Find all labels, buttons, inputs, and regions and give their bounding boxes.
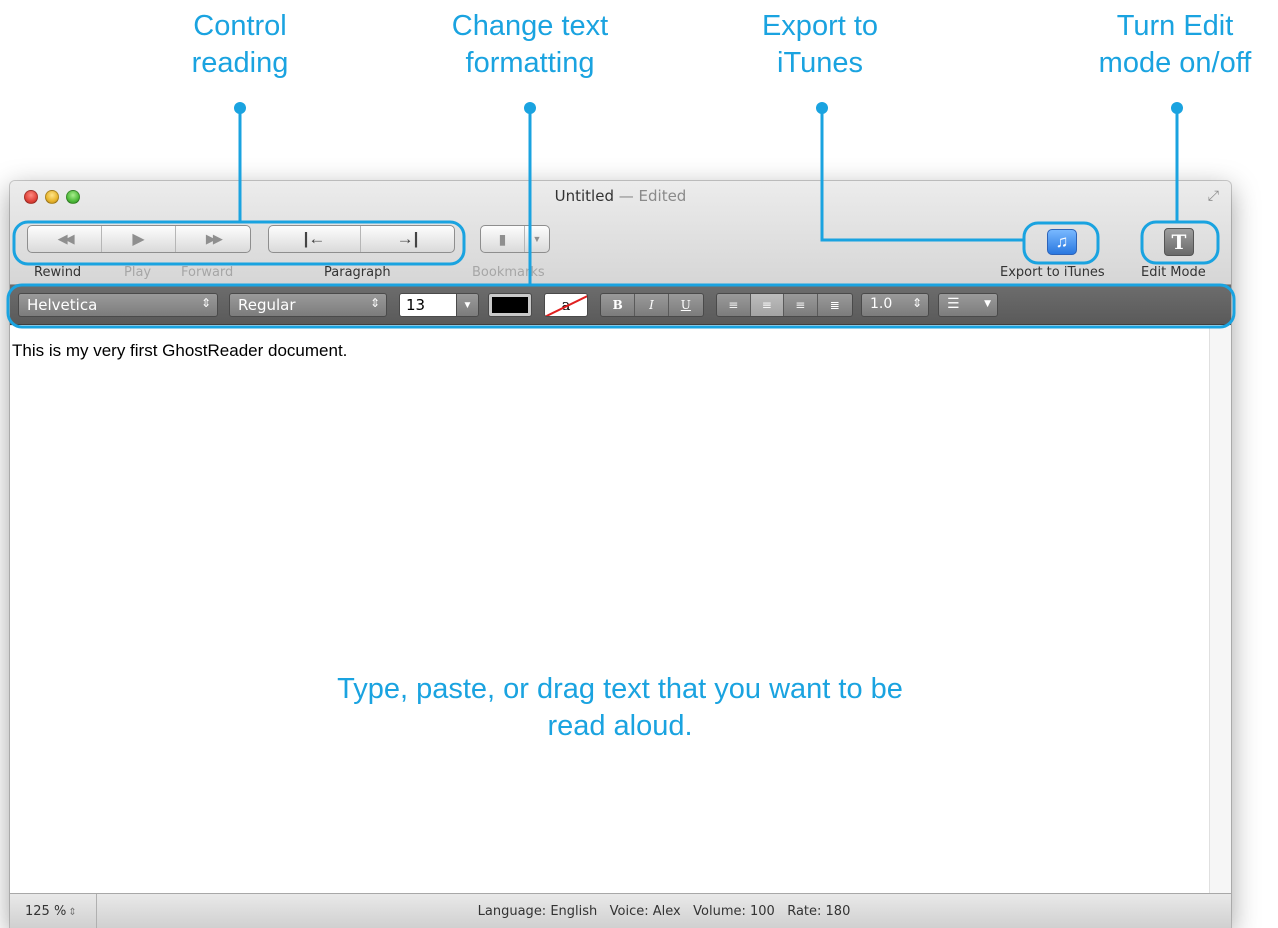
fullscreen-icon[interactable]: ⤢ [1208, 187, 1219, 204]
align-center-icon: ≡ [761, 298, 772, 312]
rewind-label: Rewind [34, 265, 82, 280]
next-paragraph-icon: →| [396, 229, 419, 248]
updown-arrows-icon: ⇕ [911, 296, 922, 310]
export-itunes-label: Export to iTunes [1000, 265, 1105, 280]
font-family-value: Helvetica [27, 296, 98, 314]
bookmarks-label: Bookmarks [472, 265, 545, 280]
underline-button[interactable]: U [669, 294, 703, 316]
edited-status: Edited [638, 187, 687, 205]
title-bar: Untitled — Edited ⤢ ◀◀ ▶ ▶▶ |← →| ▮ ▼ Re… [10, 181, 1231, 285]
forward-button[interactable]: ▶▶ [176, 226, 250, 252]
music-note-icon: ♫ [1055, 232, 1069, 251]
bold-label: B [612, 298, 623, 312]
align-left-button[interactable]: ≡ [717, 294, 751, 316]
font-size-value[interactable]: 13 [400, 294, 456, 316]
title-separator: — [613, 187, 639, 205]
document-text-area[interactable]: This is my very first GhostReader docume… [10, 326, 1209, 893]
rewind-icon: ◀◀ [57, 231, 75, 246]
window-title: Untitled — Edited [10, 187, 1231, 205]
play-icon: ▶ [132, 231, 145, 248]
play-label: Play [124, 265, 152, 280]
list-style-select[interactable]: ☰ ▼ [938, 293, 998, 317]
drop-text-hint: Type, paste, or drag text that you want … [337, 673, 903, 742]
rewind-button[interactable]: ◀◀ [28, 226, 103, 252]
align-center-button[interactable]: ≡ [750, 294, 784, 316]
justify-button[interactable]: ≣ [818, 294, 852, 316]
italic-button[interactable]: I [635, 294, 669, 316]
justify-icon: ≣ [829, 298, 840, 312]
playback-controls: ◀◀ ▶ ▶▶ [27, 225, 251, 253]
export-itunes-button[interactable]: ♫ [1047, 229, 1077, 255]
callout-text-formatting: Change text formatting [451, 10, 609, 79]
document-content[interactable]: This is my very first GhostReader docume… [12, 341, 347, 361]
next-paragraph-button[interactable]: →| [361, 226, 454, 252]
stepper-arrows-icon[interactable]: ⇕ [68, 907, 76, 918]
edit-mode-icon: T [1171, 230, 1187, 254]
callout-edit-mode: Turn Edit mode on/off [1098, 10, 1252, 79]
paragraph-label: Paragraph [324, 265, 391, 280]
font-family-select[interactable]: Helvetica ⇕ [18, 293, 218, 317]
edit-mode-label: Edit Mode [1141, 265, 1206, 280]
font-style-value: Regular [238, 296, 296, 314]
bookmarks-button[interactable]: ▮ ▼ [480, 225, 550, 253]
align-right-icon: ≡ [795, 298, 806, 312]
list-icon: ☰ [947, 296, 960, 312]
font-size-combo[interactable]: 13 ▼ [399, 293, 479, 317]
italic-label: I [649, 298, 654, 312]
bold-button[interactable]: B [601, 294, 636, 316]
chevron-down-icon[interactable]: ▼ [456, 294, 478, 316]
align-right-button[interactable]: ≡ [784, 294, 818, 316]
status-bar: 125 % ⇕ Language: English Voice: Alex Vol… [10, 893, 1231, 928]
speech-status-info: Language: English Voice: Alex Volume: 10… [477, 904, 851, 919]
text-color-well[interactable] [488, 293, 532, 317]
document-title: Untitled [554, 187, 614, 205]
play-button[interactable]: ▶ [102, 226, 176, 252]
format-bar: Helvetica ⇕ Regular ⇕ 13 ▼ a B I U ≡ ≡ ≡ ≣… [10, 285, 1231, 325]
line-spacing-value: 1.0 [870, 296, 893, 312]
bookmark-icon: ▮ [481, 226, 525, 252]
underline-label: U [680, 298, 691, 312]
font-style-select[interactable]: Regular ⇕ [229, 293, 387, 317]
align-left-icon: ≡ [728, 298, 739, 312]
previous-paragraph-button[interactable]: |← [269, 226, 362, 252]
zoom-stepper[interactable]: 125 % ⇕ [10, 894, 97, 928]
chevron-down-icon: ▼ [532, 234, 542, 244]
text-style-group: B I U [600, 293, 704, 317]
edit-mode-button[interactable]: T [1164, 228, 1194, 256]
text-color-swatch [492, 297, 528, 313]
callout-export-itunes: Export to iTunes [761, 10, 879, 79]
ghostreader-window: Untitled — Edited ⤢ ◀◀ ▶ ▶▶ |← →| ▮ ▼ Re… [10, 181, 1231, 928]
updown-arrows-icon: ⇕ [200, 296, 211, 310]
paragraph-controls: |← →| [268, 225, 455, 253]
zoom-value: 125 % [25, 904, 67, 919]
vertical-scrollbar[interactable] [1209, 326, 1231, 893]
background-color-well[interactable]: a [544, 293, 588, 317]
previous-paragraph-icon: |← [303, 229, 326, 248]
forward-icon: ▶▶ [205, 231, 223, 246]
callout-control-reading: Control reading [191, 10, 289, 79]
forward-label: Forward [181, 265, 234, 280]
alignment-group: ≡ ≡ ≡ ≣ [716, 293, 853, 317]
updown-arrows-icon: ⇕ [369, 296, 380, 310]
line-spacing-select[interactable]: 1.0 ⇕ [861, 293, 929, 317]
chevron-down-icon: ▼ [984, 299, 991, 309]
